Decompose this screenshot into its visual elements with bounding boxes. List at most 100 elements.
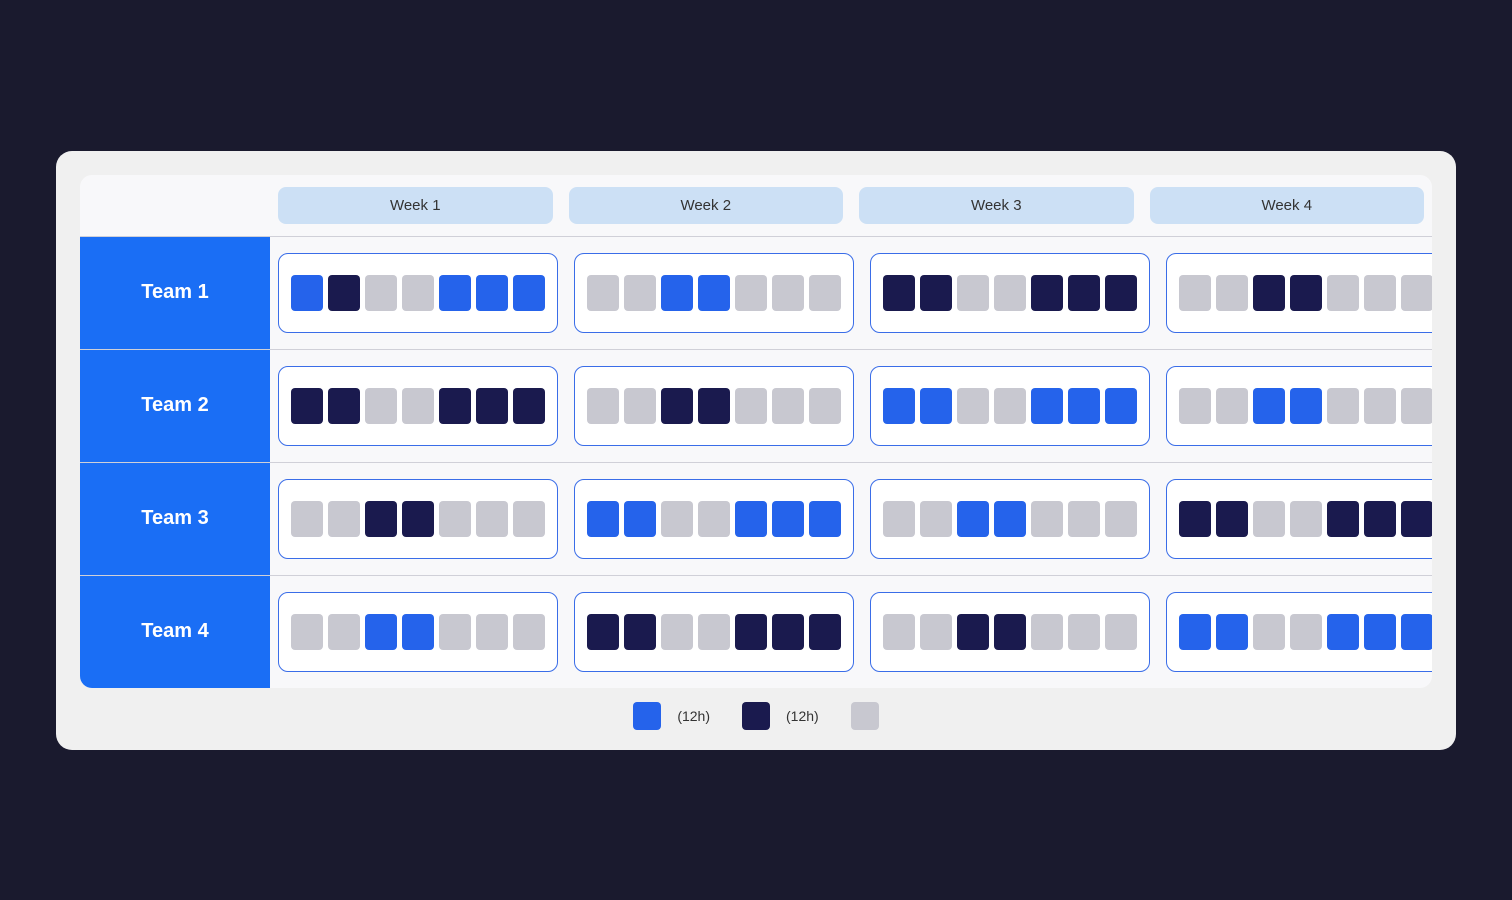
block-t4-w2-b5	[735, 614, 767, 650]
block-t2-w1-b6	[476, 388, 508, 424]
block-t2-w4-b1	[1179, 388, 1211, 424]
week-cell-t3-w3	[862, 463, 1158, 575]
blocks-box-t4-w4	[1166, 592, 1432, 672]
team-row-4: Team 4	[80, 575, 1432, 688]
week-header-4: Week 4	[1150, 187, 1425, 224]
block-t3-w4-b1	[1179, 501, 1211, 537]
week-cell-t1-w1	[270, 237, 566, 349]
week-cell-t4-w2	[566, 576, 862, 688]
block-t1-w3-b5	[1031, 275, 1063, 311]
block-t2-w1-b3	[365, 388, 397, 424]
week-header-3: Week 3	[859, 187, 1134, 224]
block-t3-w3-b3	[957, 501, 989, 537]
block-t2-w2-b5	[735, 388, 767, 424]
block-t2-w4-b7	[1401, 388, 1432, 424]
block-t4-w3-b7	[1105, 614, 1137, 650]
legend-blue-block	[633, 702, 661, 730]
block-t3-w4-b3	[1253, 501, 1285, 537]
block-t4-w2-b2	[624, 614, 656, 650]
week-cell-t1-w4	[1158, 237, 1432, 349]
block-t4-w2-b1	[587, 614, 619, 650]
block-t3-w3-b2	[920, 501, 952, 537]
team-row-1: Team 1	[80, 236, 1432, 349]
team-label-3: Team 3	[80, 463, 270, 575]
blocks-box-t3-w4	[1166, 479, 1432, 559]
block-t1-w2-b1	[587, 275, 619, 311]
block-t4-w4-b4	[1290, 614, 1322, 650]
block-t4-w3-b5	[1031, 614, 1063, 650]
blocks-box-t1-w4	[1166, 253, 1432, 333]
block-t1-w3-b2	[920, 275, 952, 311]
block-t3-w1-b7	[513, 501, 545, 537]
block-t3-w4-b4	[1290, 501, 1322, 537]
block-t1-w4-b1	[1179, 275, 1211, 311]
block-t3-w3-b7	[1105, 501, 1137, 537]
block-t3-w2-b6	[772, 501, 804, 537]
block-t1-w4-b6	[1364, 275, 1396, 311]
block-t1-w4-b2	[1216, 275, 1248, 311]
block-t1-w1-b3	[365, 275, 397, 311]
block-t1-w1-b1	[291, 275, 323, 311]
block-t4-w1-b3	[365, 614, 397, 650]
block-t2-w4-b4	[1290, 388, 1322, 424]
block-t2-w2-b1	[587, 388, 619, 424]
block-t1-w3-b1	[883, 275, 915, 311]
blocks-box-t2-w4	[1166, 366, 1432, 446]
block-t2-w2-b2	[624, 388, 656, 424]
block-t1-w2-b4	[698, 275, 730, 311]
block-t2-w3-b3	[957, 388, 989, 424]
block-t3-w2-b2	[624, 501, 656, 537]
blocks-box-t3-w1	[278, 479, 558, 559]
block-t3-w3-b4	[994, 501, 1026, 537]
blocks-box-t2-w2	[574, 366, 854, 446]
block-t3-w3-b5	[1031, 501, 1063, 537]
week-cell-t3-w2	[566, 463, 862, 575]
block-t2-w1-b4	[402, 388, 434, 424]
team-row-2: Team 2	[80, 349, 1432, 462]
legend-dark-block	[742, 702, 770, 730]
block-t3-w3-b6	[1068, 501, 1100, 537]
block-t3-w1-b3	[365, 501, 397, 537]
week-cell-t2-w4	[1158, 350, 1432, 462]
block-t1-w4-b7	[1401, 275, 1432, 311]
main-container: Week 1Week 2Week 3Week 4 Team 1Team 2Tea…	[56, 151, 1456, 750]
block-t2-w1-b5	[439, 388, 471, 424]
week-cells-team-1	[270, 237, 1432, 349]
block-t1-w3-b4	[994, 275, 1026, 311]
week-cell-t2-w2	[566, 350, 862, 462]
block-t4-w4-b6	[1364, 614, 1396, 650]
block-t2-w3-b1	[883, 388, 915, 424]
block-t4-w4-b1	[1179, 614, 1211, 650]
block-t1-w3-b6	[1068, 275, 1100, 311]
block-t1-w2-b7	[809, 275, 841, 311]
block-t2-w3-b4	[994, 388, 1026, 424]
block-t4-w1-b7	[513, 614, 545, 650]
block-t1-w2-b3	[661, 275, 693, 311]
week-cell-t4-w4	[1158, 576, 1432, 688]
week-header-2: Week 2	[569, 187, 844, 224]
team-label-4: Team 4	[80, 576, 270, 688]
block-t3-w1-b4	[402, 501, 434, 537]
block-t3-w2-b3	[661, 501, 693, 537]
block-t4-w3-b4	[994, 614, 1026, 650]
blocks-box-t2-w3	[870, 366, 1150, 446]
blocks-box-t1-w1	[278, 253, 558, 333]
block-t3-w2-b4	[698, 501, 730, 537]
block-t4-w3-b1	[883, 614, 915, 650]
block-t1-w4-b4	[1290, 275, 1322, 311]
chart-area: Week 1Week 2Week 3Week 4 Team 1Team 2Tea…	[80, 175, 1432, 688]
block-t2-w2-b7	[809, 388, 841, 424]
block-t4-w2-b7	[809, 614, 841, 650]
blocks-box-t2-w1	[278, 366, 558, 446]
block-t3-w2-b7	[809, 501, 841, 537]
block-t4-w2-b6	[772, 614, 804, 650]
blocks-box-t4-w1	[278, 592, 558, 672]
week-cells-team-2	[270, 350, 1432, 462]
week-cell-t3-w4	[1158, 463, 1432, 575]
block-t3-w1-b2	[328, 501, 360, 537]
block-t4-w3-b3	[957, 614, 989, 650]
block-t4-w2-b4	[698, 614, 730, 650]
week-cell-t2-w3	[862, 350, 1158, 462]
block-t1-w4-b3	[1253, 275, 1285, 311]
block-t3-w2-b5	[735, 501, 767, 537]
